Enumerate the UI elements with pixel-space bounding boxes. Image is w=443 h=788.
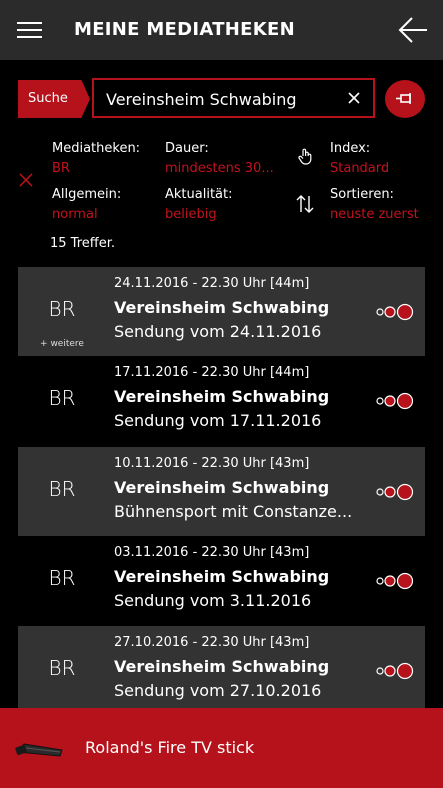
search-tag: Suche xyxy=(18,80,90,118)
hand-pointer-icon xyxy=(298,148,312,165)
result-date: 27.10.2016 - 22.30 Uhr [43m] xyxy=(114,635,310,650)
result-row[interactable]: BR 03.11.2016 - 22.30 Uhr [43m] Vereinsh… xyxy=(18,536,425,625)
channel-label: BR xyxy=(48,656,76,680)
result-date: 17.11.2016 - 22.30 Uhr [44m] xyxy=(114,365,310,380)
quality-dots-icon[interactable] xyxy=(376,662,416,680)
result-subtitle: Sendung vom 27.10.2016 xyxy=(114,681,322,700)
search-input[interactable] xyxy=(106,87,341,111)
result-title: Vereinsheim Schwabing xyxy=(114,567,330,586)
result-title: Vereinsheim Schwabing xyxy=(114,387,330,406)
quality-dots-icon[interactable] xyxy=(376,572,416,590)
sort-arrows-icon xyxy=(296,195,314,213)
result-date: 03.11.2016 - 22.30 Uhr [43m] xyxy=(114,545,310,560)
result-date: 10.11.2016 - 22.30 Uhr [43m] xyxy=(114,456,310,471)
result-title: Vereinsheim Schwabing xyxy=(114,657,330,676)
channel-label: BR xyxy=(48,477,76,501)
device-name[interactable]: Roland's Fire TV stick xyxy=(85,738,254,757)
quality-dots-icon[interactable] xyxy=(376,303,416,321)
more-channels-label[interactable]: + weitere xyxy=(18,339,106,349)
search-tag-label: Suche xyxy=(28,91,68,106)
quality-dots-icon[interactable] xyxy=(376,483,416,501)
filter-sortieren-value[interactable]: neuste zuerst xyxy=(330,207,430,222)
filter-allgemein-label[interactable]: Allgemein: xyxy=(52,187,121,202)
filter-dauer-label[interactable]: Dauer: xyxy=(165,141,209,156)
channel-label: BR xyxy=(48,297,76,321)
result-subtitle: Bühnensport mit Constanze... xyxy=(114,502,353,521)
pin-icon xyxy=(396,93,411,104)
filter-index-value[interactable]: Standard xyxy=(330,161,430,176)
result-row[interactable]: BR 10.11.2016 - 22.30 Uhr [43m] Vereinsh… xyxy=(18,447,425,536)
device-bar[interactable]: Roland's Fire TV stick xyxy=(0,708,443,788)
filter-mediatheken-value[interactable]: BR xyxy=(52,161,152,176)
quality-dots-icon[interactable] xyxy=(376,392,416,410)
result-row[interactable]: BR 17.11.2016 - 22.30 Uhr [44m] Vereinsh… xyxy=(18,356,425,445)
hamburger-icon[interactable] xyxy=(17,22,42,38)
filter-sortieren-label[interactable]: Sortieren: xyxy=(330,187,394,202)
filter-index-label[interactable]: Index: xyxy=(330,141,370,156)
channel-label: BR xyxy=(48,566,76,590)
result-title: Vereinsheim Schwabing xyxy=(114,298,330,317)
result-subtitle: Sendung vom 17.11.2016 xyxy=(114,411,322,430)
channel-label: BR xyxy=(48,386,76,410)
filter-aktualitaet-label[interactable]: Aktualität: xyxy=(165,187,233,202)
result-subtitle: Sendung vom 24.11.2016 xyxy=(114,322,322,341)
result-row[interactable]: BR 27.10.2016 - 22.30 Uhr [43m] Vereinsh… xyxy=(18,626,425,708)
search-box[interactable] xyxy=(92,78,375,118)
close-icon[interactable] xyxy=(346,90,362,106)
result-count: 15 Treffer. xyxy=(50,236,115,251)
page-title: MEINE MEDIATHEKEN xyxy=(74,19,295,40)
result-subtitle: Sendung vom 3.11.2016 xyxy=(114,591,312,610)
filter-mediatheken-label[interactable]: Mediatheken: xyxy=(52,141,140,156)
reset-filters-icon[interactable] xyxy=(19,173,33,187)
pin-search-button[interactable] xyxy=(385,80,425,118)
filter-dauer-value[interactable]: mindestens 30... xyxy=(165,161,285,176)
filter-allgemein-value[interactable]: normal xyxy=(52,207,152,222)
arrow-left-icon[interactable] xyxy=(398,16,428,44)
result-title: Vereinsheim Schwabing xyxy=(114,478,330,497)
filter-aktualitaet-value[interactable]: beliebig xyxy=(165,207,285,222)
app-header: MEINE MEDIATHEKEN xyxy=(0,0,443,60)
result-row[interactable]: BR + weitere 24.11.2016 - 22.30 Uhr [44m… xyxy=(18,267,425,356)
fire-tv-stick-icon xyxy=(15,743,63,757)
result-date: 24.11.2016 - 22.30 Uhr [44m] xyxy=(114,276,310,291)
